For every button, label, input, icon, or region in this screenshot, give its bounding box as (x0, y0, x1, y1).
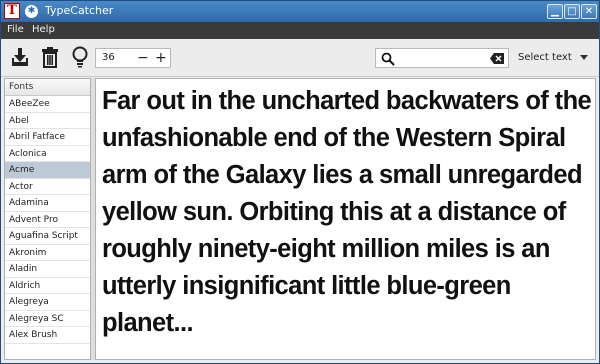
font-size-value[interactable]: 36 (102, 52, 115, 63)
lightbulb-icon[interactable] (69, 46, 91, 68)
font-list-item[interactable]: Aclonica (5, 146, 90, 162)
clear-search-icon[interactable] (490, 53, 504, 64)
search-icon (381, 52, 395, 66)
font-preview-pane: Far out in the uncharted backwaters of t… (95, 78, 596, 360)
decrease-size-button[interactable]: − (137, 49, 149, 67)
menu-help[interactable]: Help (32, 24, 55, 35)
font-size-stepper[interactable]: 36 − + (95, 48, 171, 68)
minimize-button[interactable]: ▁ (547, 4, 563, 19)
font-list[interactable]: Fonts ABeeZee Abel Abril Fatface Aclonic… (4, 78, 91, 360)
font-list-item[interactable]: Advent Pro (5, 212, 90, 228)
font-list-item[interactable]: ABeeZee (5, 96, 90, 113)
toolbar: 36 − + Select text (1, 39, 599, 77)
maximize-button[interactable]: □ (564, 4, 580, 19)
preview-text: Far out in the uncharted backwaters of t… (102, 87, 592, 337)
select-text-dropdown[interactable]: Select text (518, 52, 572, 63)
font-list-item-selected[interactable]: Acme (5, 162, 90, 179)
font-list-item[interactable]: Alex Brush (5, 327, 90, 344)
font-list-item[interactable]: Alegreya SC (5, 311, 90, 327)
font-list-item[interactable]: Adamina (5, 195, 90, 212)
font-list-header[interactable]: Fonts (5, 79, 90, 96)
app-window: T ✱ TypeCatcher ▁ □ ✕ File Help 36 − + S… (0, 0, 600, 364)
font-list-item[interactable]: Actor (5, 179, 90, 195)
download-icon[interactable] (9, 46, 31, 68)
typecatcher-app-icon[interactable]: T (4, 3, 20, 19)
close-button[interactable]: ✕ (581, 4, 597, 19)
font-list-item[interactable]: Akronim (5, 245, 90, 261)
increase-size-button[interactable]: + (155, 49, 167, 67)
menu-file[interactable]: File (7, 24, 24, 35)
font-list-item[interactable]: Aldrich (5, 278, 90, 294)
title-bar[interactable]: T ✱ TypeCatcher ▁ □ ✕ (1, 1, 599, 22)
window-menu-icon[interactable]: ✱ (25, 5, 38, 18)
chevron-down-icon[interactable] (580, 55, 588, 60)
window-title: TypeCatcher (45, 4, 114, 17)
font-list-item[interactable]: Abril Fatface (5, 129, 90, 146)
search-input[interactable] (375, 48, 509, 68)
trash-icon[interactable] (39, 46, 61, 68)
menu-bar: File Help (1, 22, 599, 39)
font-list-item[interactable]: Aguafina Script (5, 228, 90, 245)
font-list-item[interactable]: Alegreya (5, 294, 90, 311)
font-list-item[interactable]: Abel (5, 113, 90, 129)
font-list-item[interactable]: Aladin (5, 261, 90, 278)
